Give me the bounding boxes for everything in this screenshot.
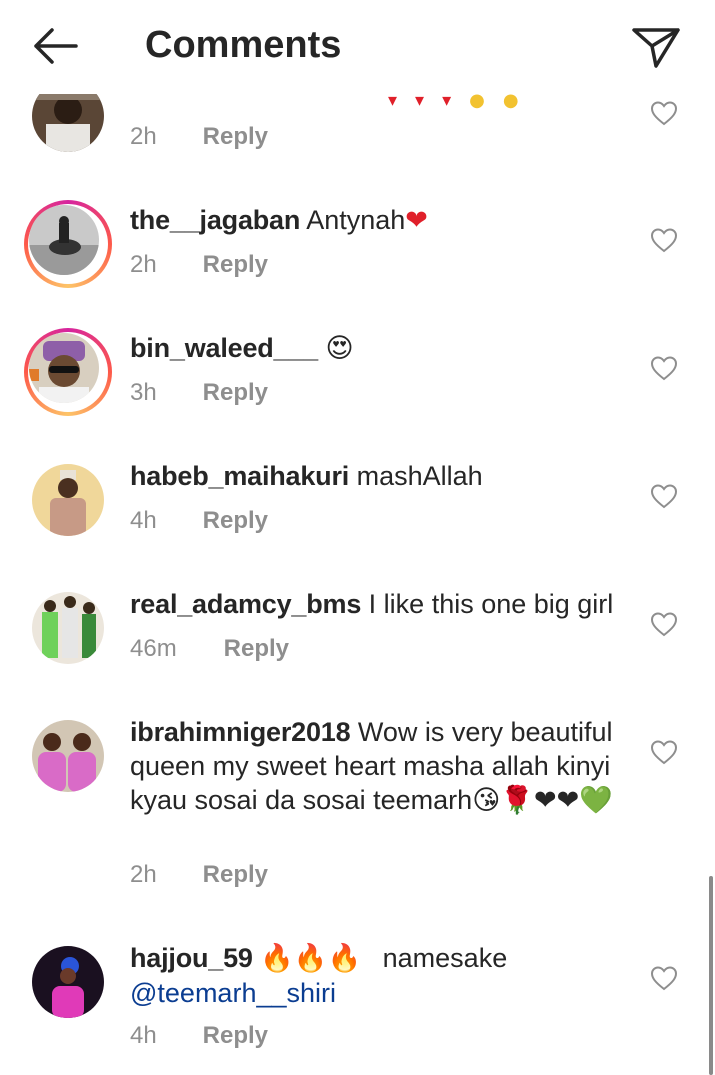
avatar-photo	[32, 720, 104, 792]
comment-time: 2h	[130, 123, 157, 150]
comment-body: real_adamcy_bms I like this one big girl	[130, 587, 630, 621]
comment-body: ibrahimniger2018 Wow is very beautiful q…	[130, 715, 630, 818]
reply-button[interactable]: Reply	[203, 379, 268, 406]
avatar-story-ring[interactable]	[24, 328, 112, 416]
comment-time: 4h	[130, 507, 157, 534]
avatar	[29, 205, 99, 275]
comment-emoji: ❤	[405, 205, 428, 236]
paper-plane-icon[interactable]	[630, 24, 682, 70]
heart-outline-icon[interactable]	[650, 739, 678, 765]
comment-meta: 46m Reply	[130, 635, 289, 663]
comment-username[interactable]: habeb_maihakuri	[130, 461, 349, 491]
avatar-photo	[29, 205, 99, 275]
reply-button[interactable]: Reply	[203, 251, 268, 278]
reply-button[interactable]: Reply	[203, 861, 268, 888]
avatar-photo	[32, 946, 104, 1018]
reply-button[interactable]: Reply	[203, 123, 268, 150]
comment-username[interactable]: ibrahimniger2018	[130, 717, 351, 747]
comment-emoji: 🔥🔥🔥	[260, 943, 362, 974]
comment-username[interactable]: real_adamcy_bms	[130, 589, 361, 619]
comments-list[interactable]: ▾▾▾●● 2h Reply the__jagaban Antynah❤ 2h …	[0, 0, 715, 1075]
comment-meta: 2h Reply	[130, 861, 268, 889]
avatar-photo	[29, 333, 99, 403]
heart-outline-icon[interactable]	[650, 100, 678, 126]
comment-meta: 2h Reply	[130, 123, 268, 151]
heart-outline-icon[interactable]	[650, 483, 678, 509]
heart-outline-icon[interactable]	[650, 227, 678, 253]
comment-text: namesake	[382, 943, 508, 973]
page-title: Comments	[145, 24, 342, 66]
comment-meta: 2h Reply	[130, 251, 268, 279]
comment-body: the__jagaban Antynah❤	[130, 203, 630, 238]
app-header: Comments	[0, 0, 715, 94]
heart-outline-icon[interactable]	[650, 965, 678, 991]
comment-body: habeb_maihakuri mashAllah	[130, 459, 630, 493]
reply-button[interactable]: Reply	[203, 1022, 268, 1049]
comment-time: 46m	[130, 635, 177, 662]
avatar[interactable]	[32, 946, 104, 1018]
avatar-photo	[32, 592, 104, 664]
reply-button[interactable]: Reply	[203, 507, 268, 534]
comment-body: hajjou_59 🔥🔥🔥 namesake @teemarh__shiri	[130, 941, 630, 1010]
comment-time: 2h	[130, 251, 157, 278]
comment-text: Antynah	[306, 205, 406, 235]
avatar[interactable]	[32, 464, 104, 536]
comment-time: 4h	[130, 1022, 157, 1049]
heart-outline-icon[interactable]	[650, 611, 678, 637]
avatar[interactable]	[32, 592, 104, 664]
arrow-left-icon[interactable]	[30, 26, 80, 66]
comment-emoji: 😘🌹❤❤💚	[472, 785, 613, 816]
comment-username[interactable]: bin_waleed___	[130, 333, 318, 363]
comment-meta: 4h Reply	[130, 507, 268, 535]
avatar	[29, 333, 99, 403]
avatar-photo	[32, 464, 104, 536]
comment-username[interactable]: the__jagaban	[130, 205, 300, 235]
scrollbar[interactable]	[709, 876, 713, 1075]
comment-text: I like this one big girl	[368, 589, 614, 619]
comment-time: 3h	[130, 379, 157, 406]
comment-time: 2h	[130, 861, 157, 888]
comment-meta: 3h Reply	[130, 379, 268, 407]
comment-body: bin_waleed___ 😍	[130, 331, 630, 366]
comment-emoji: 😍	[325, 333, 354, 364]
reply-button[interactable]: Reply	[224, 635, 289, 662]
avatar-story-ring[interactable]	[24, 200, 112, 288]
heart-outline-icon[interactable]	[650, 355, 678, 381]
comment-meta: 4h Reply	[130, 1022, 268, 1050]
comment-username[interactable]: hajjou_59	[130, 943, 253, 973]
avatar[interactable]	[32, 720, 104, 792]
mention-link[interactable]: @teemarh__shiri	[130, 978, 336, 1008]
comment-text: mashAllah	[356, 461, 483, 491]
